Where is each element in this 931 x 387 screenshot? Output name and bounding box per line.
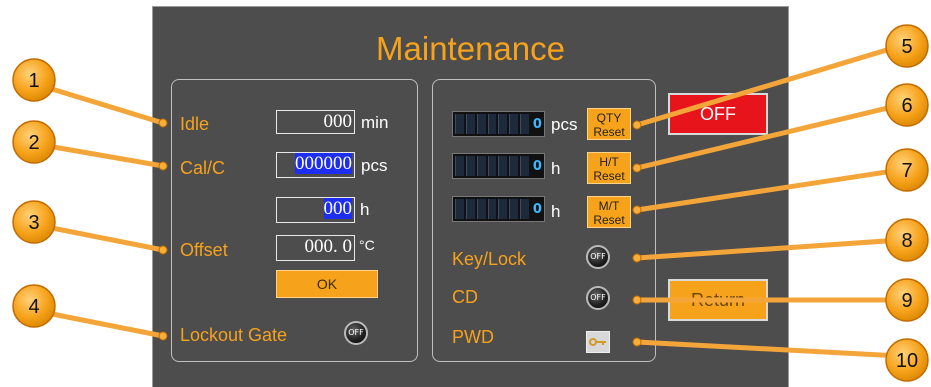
- callout-label-5: 5: [901, 36, 912, 58]
- screen: Maintenance Idle 000 min Cal/C 000000 pc…: [0, 0, 931, 387]
- callout-label-4: 4: [28, 296, 39, 318]
- callout-label-6: 6: [901, 95, 912, 117]
- callout-overlay: 1 2 3 4 5 6 7 8 9 10: [12, 24, 929, 382]
- callout-label-8: 8: [901, 230, 912, 252]
- callout-label-7: 7: [901, 160, 912, 182]
- callout-label-9: 9: [901, 290, 912, 312]
- callout-label-3: 3: [28, 212, 39, 234]
- callout-label-2: 2: [28, 132, 39, 154]
- callout-label-1: 1: [28, 70, 39, 92]
- callout-label-10: 10: [896, 350, 918, 372]
